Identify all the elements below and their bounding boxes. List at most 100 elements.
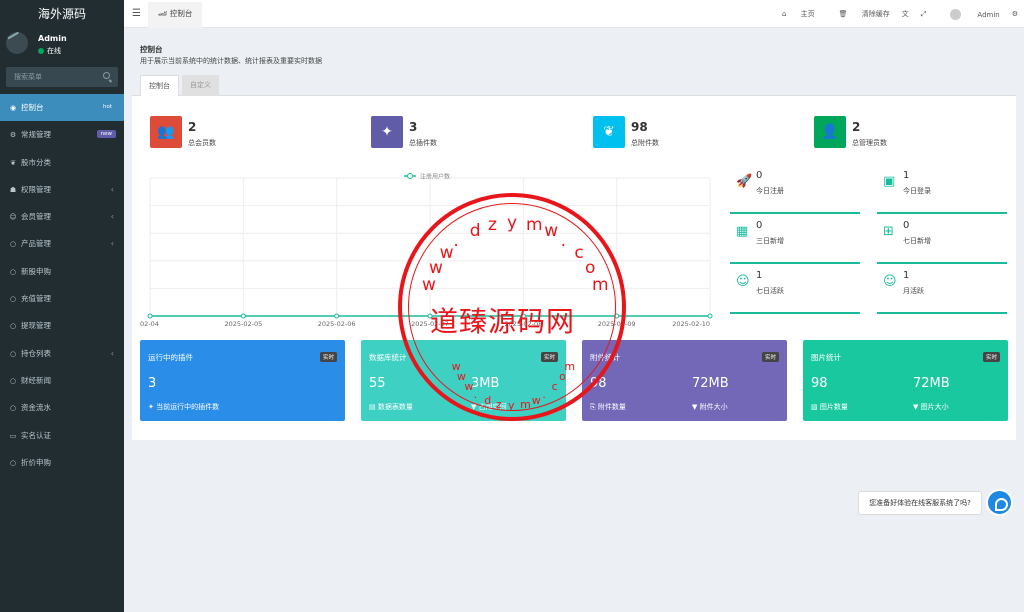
settings-icon[interactable]: ⚙	[1012, 10, 1018, 18]
sidebar-item-5[interactable]: ○ 产品管理 ‹	[0, 230, 124, 257]
card-value: 55	[369, 376, 386, 391]
circle-icon: ○	[9, 349, 17, 358]
mini-stat: ☺ 1 月活跃	[877, 268, 1007, 314]
users-icon: 👥	[157, 124, 175, 140]
stat-icon-box: 👤	[814, 116, 846, 148]
x-tick-label: 2025-02-05	[224, 320, 262, 328]
avatar	[6, 32, 28, 54]
calendar-icon: ▦	[736, 224, 749, 239]
main-content: 控制台 用于展示当前系统中的统计数据、统计报表及重要实时数据 控制台 自定义 👥…	[132, 36, 1016, 440]
stat-icon-box: ❦	[593, 116, 625, 148]
search-input[interactable]	[6, 67, 101, 87]
chevron-left-icon: ‹	[110, 348, 114, 358]
circle-icon: ○	[9, 295, 17, 304]
database-icon: ▤	[369, 403, 376, 411]
sidebar-item-12[interactable]: ▭ 实名认证	[0, 422, 124, 449]
card-value: 98	[590, 376, 607, 391]
stat-value: 2	[188, 120, 197, 134]
chat-icon[interactable]	[986, 489, 1013, 516]
menu-badge: hot	[98, 103, 116, 111]
status-text: 在线	[47, 47, 61, 55]
sidebar-item-label: 资金流水	[21, 403, 51, 413]
sidebar-item-2[interactable]: ❦ 股市分类	[0, 149, 124, 176]
x-tick-label: 02-04	[140, 320, 159, 328]
trash-icon: 🗑	[838, 10, 848, 18]
mini-stat: ☺ 1 七日活跃	[730, 268, 860, 314]
sidebar-item-3[interactable]: ☗ 权限管理 ‹	[0, 176, 124, 203]
home-label: 主页	[800, 10, 815, 18]
sidebar-item-11[interactable]: ○ 资金流水	[0, 394, 124, 421]
sidebar-item-label: 控制台	[21, 103, 44, 112]
user-circle-icon: ☺	[736, 274, 750, 289]
image-icon: ▨	[811, 403, 818, 411]
clear-cache-label: 清除缓存	[861, 10, 890, 18]
sidebar-item-6[interactable]: ○ 新股申购	[0, 258, 124, 285]
card-value: 98	[811, 376, 828, 391]
app-logo[interactable]: 海外源码	[0, 0, 124, 28]
sidebar-item-4[interactable]: ☺ 会员管理 ‹	[0, 203, 124, 230]
circle-icon: ○	[9, 267, 17, 276]
online-dot-icon	[38, 48, 44, 54]
admin-menu[interactable]: Admin	[938, 8, 1000, 20]
stat-icon-box: 👥	[150, 116, 182, 148]
home-link[interactable]: ⌂ 主页	[770, 9, 815, 19]
data-point	[427, 313, 433, 319]
mini-label: 七日新增	[903, 237, 931, 245]
card-badge: 实时	[761, 352, 779, 362]
sidebar-item-label: 实名认证	[21, 430, 51, 440]
card-label-text: 图片数量	[819, 403, 848, 411]
register-chart: 02-04 2025-02-05 2025-02-06 2025-02-07 2025-…	[140, 173, 713, 328]
stat-box: 👥 2 总会员数	[150, 116, 350, 148]
mini-stat: ▣ 1 今日登录	[877, 168, 1007, 214]
summary-card: 图片统计 实时 98 ▨ 图片数量 72MB ▼ 图片大小	[803, 340, 1008, 421]
tab-custom[interactable]: 自定义	[182, 75, 219, 96]
page-title: 控制台	[140, 45, 163, 54]
sidebar-item-0[interactable]: ◉ 控制台 hot	[0, 94, 124, 122]
translate-icon[interactable]: 文	[902, 9, 909, 19]
sidebar-item-1[interactable]: ⚙ 常规管理 new	[0, 121, 124, 148]
sidebar-item-label: 财经新闻	[21, 375, 51, 385]
user-circle-icon: ☺	[9, 213, 17, 222]
stat-value: 98	[631, 120, 648, 134]
card-title: 运行中的插件	[148, 353, 193, 362]
admin-label: Admin	[977, 10, 1000, 19]
mini-value: 0	[903, 220, 910, 231]
clear-cache-button[interactable]: 🗑 清除缓存	[827, 9, 890, 19]
data-point	[334, 313, 340, 319]
menu-toggle-icon[interactable]: ☰	[132, 8, 141, 19]
sidebar-item-label: 持仓列表	[21, 348, 51, 358]
mini-label: 月活跃	[903, 287, 924, 295]
card-label-text: 图片大小	[920, 403, 949, 411]
mini-value: 1	[903, 170, 910, 181]
tab-dashboard-content[interactable]: 控制台	[140, 75, 179, 96]
x-tick-label: 2025-02-10	[672, 320, 710, 328]
page-header: 控制台 用于展示当前系统中的统计数据、统计报表及重要实时数据	[132, 36, 1016, 72]
sidebar-item-13[interactable]: ○ 折价申购	[0, 449, 124, 476]
content-tabs: 控制台 自定义	[132, 72, 1016, 96]
user-icon: 👤	[821, 124, 839, 140]
tab-dashboard[interactable]: 🏎 控制台	[148, 2, 203, 28]
stat-value: 2	[852, 120, 861, 134]
leaf-icon: ❦	[603, 124, 615, 140]
sidebar-item-label: 会员管理	[21, 212, 51, 222]
sidebar-item-7[interactable]: ○ 充值管理	[0, 285, 124, 312]
sidebar-item-9[interactable]: ○ 持仓列表 ‹	[0, 340, 124, 367]
filter-icon: ▼	[913, 403, 919, 411]
stat-box: ✦ 3 总插件数	[371, 116, 571, 148]
mini-value: 0	[756, 170, 763, 181]
tab-label: 控制台	[169, 9, 193, 18]
filter-icon: ▼	[471, 403, 477, 411]
fullscreen-icon[interactable]: ⤢	[921, 10, 927, 19]
sidebar-item-10[interactable]: ○ 财经新闻	[0, 367, 124, 394]
stat-label: 总附件数	[631, 139, 659, 147]
card-badge: 实时	[319, 352, 337, 362]
circle-icon: ○	[9, 376, 17, 385]
sidebar-item-8[interactable]: ○ 提现管理	[0, 312, 124, 339]
sidebar-item-label: 新股申购	[21, 266, 51, 276]
search-icon[interactable]	[103, 72, 110, 79]
x-tick-label: 2025-02-06	[318, 320, 356, 328]
chat-prompt[interactable]: 您准备好体验在线客服系统了吗?	[858, 491, 982, 515]
sidebar-item-label: 提现管理	[21, 321, 51, 331]
sidebar-item-label: 产品管理	[21, 239, 51, 249]
magic-icon: ✦	[148, 403, 154, 411]
